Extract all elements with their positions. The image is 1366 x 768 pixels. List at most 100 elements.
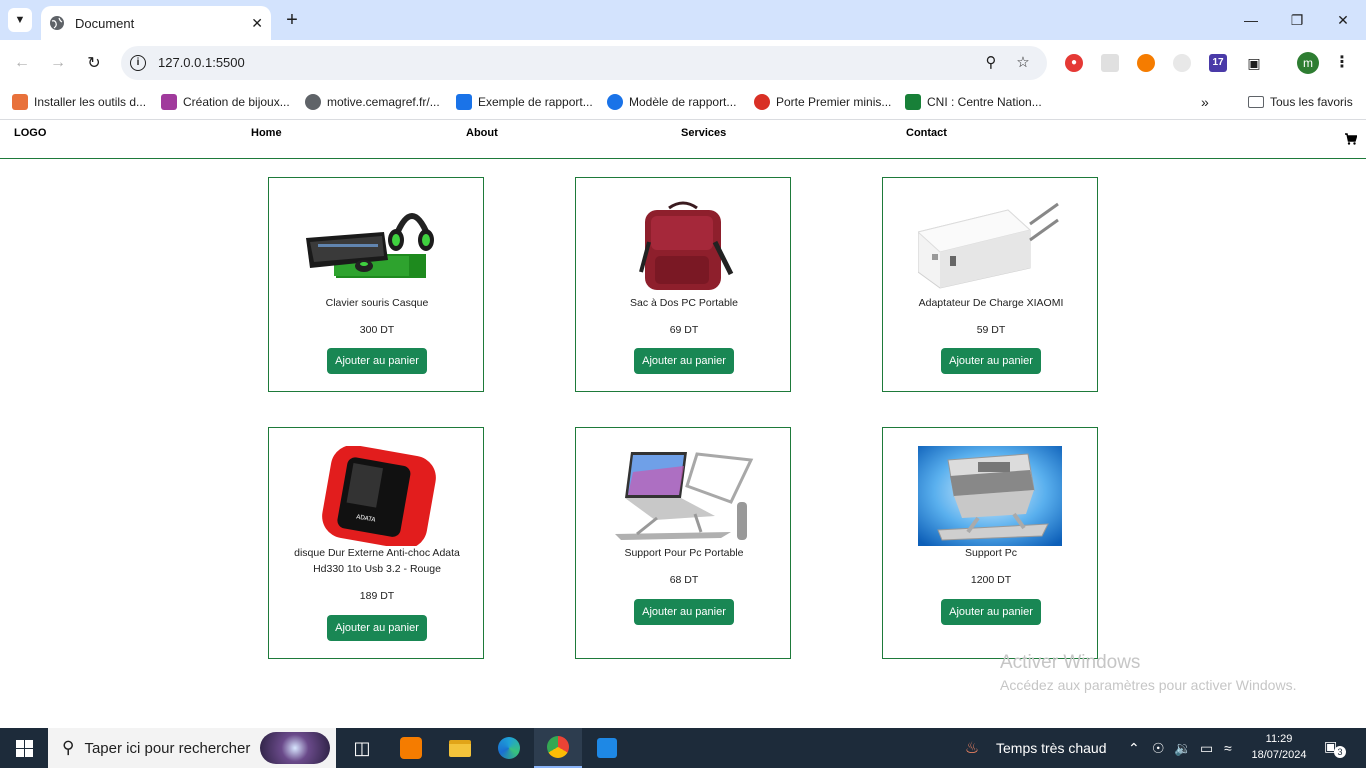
product-image-pc-support bbox=[918, 446, 1062, 546]
product-image-laptop-stand bbox=[615, 452, 754, 540]
reload-button[interactable]: ↻ bbox=[82, 51, 106, 75]
clock-date: 18/07/2024 bbox=[1251, 749, 1307, 761]
bookmark-label: CNI : Centre Nation... bbox=[927, 95, 1042, 109]
add-to-cart-button[interactable]: Ajouter au panier bbox=[941, 599, 1041, 625]
add-to-cart-button[interactable]: Ajouter au panier bbox=[634, 599, 734, 625]
chevron-down-icon: ▼ bbox=[14, 14, 26, 26]
activate-windows-title: Activer Windows bbox=[1000, 652, 1141, 673]
xampp-app-icon[interactable] bbox=[387, 728, 435, 768]
browser-titlebar: ▼ Document ✕ + — ❐ ✕ bbox=[0, 0, 1366, 40]
product-card: Support Pc 1200 DT Ajouter au panier bbox=[882, 427, 1098, 659]
more-menu-icon[interactable]: ⋮ bbox=[1334, 52, 1350, 72]
back-button[interactable]: ← bbox=[10, 51, 34, 75]
bookmark-favicon bbox=[905, 94, 921, 110]
bookmark-favicon bbox=[161, 94, 177, 110]
product-image-external-drive: ADATA bbox=[322, 446, 436, 546]
product-price: 300 DT bbox=[359, 324, 395, 336]
bookmark-item[interactable]: Création de bijoux... bbox=[161, 93, 290, 111]
product-card: Sac à Dos PC Portable 69 DT Ajouter au p… bbox=[575, 177, 791, 392]
notifications-icon[interactable]: ▣ 3 bbox=[1324, 738, 1346, 758]
search-placeholder: Taper ici pour rechercher bbox=[84, 739, 251, 757]
add-to-cart-button[interactable]: Ajouter au panier bbox=[941, 348, 1041, 374]
product-price: 68 DT bbox=[669, 574, 699, 586]
extension-icon-orange[interactable] bbox=[1137, 54, 1155, 72]
edge-browser-icon[interactable] bbox=[485, 728, 533, 768]
taskbar-clock[interactable]: 11:29 18/07/2024 bbox=[1249, 731, 1309, 763]
start-button[interactable] bbox=[0, 728, 48, 768]
vscode-icon[interactable] bbox=[583, 728, 631, 768]
volume-icon[interactable]: 🔉 bbox=[1174, 740, 1191, 757]
bookmarks-bar: Installer les outils d... Création de bi… bbox=[0, 86, 1366, 120]
chrome-browser-icon[interactable] bbox=[534, 728, 582, 768]
add-to-cart-button[interactable]: Ajouter au panier bbox=[327, 615, 427, 641]
bookmark-item[interactable]: Exemple de rapport... bbox=[456, 93, 593, 111]
weather-icon[interactable]: ♨ bbox=[957, 728, 987, 768]
product-card: Adaptateur De Charge XIAOMI 59 DT Ajoute… bbox=[882, 177, 1098, 392]
notification-count: 3 bbox=[1334, 746, 1346, 758]
product-image-charger bbox=[918, 202, 1059, 289]
product-card: Support Pour Pc Portable 68 DT Ajouter a… bbox=[575, 427, 791, 659]
bookmark-item[interactable]: Modèle de rapport... bbox=[607, 93, 736, 111]
bookmark-favicon bbox=[607, 94, 623, 110]
extension-badge-icon[interactable]: 17 bbox=[1209, 54, 1227, 72]
task-view-icon[interactable]: ◫ bbox=[338, 728, 386, 768]
windows-logo-icon bbox=[15, 739, 33, 757]
site-info-icon[interactable]: i bbox=[130, 55, 146, 71]
forward-button[interactable]: → bbox=[46, 51, 70, 75]
product-price: 59 DT bbox=[976, 324, 1006, 336]
extension-icon[interactable] bbox=[1101, 54, 1119, 72]
bookmark-favicon bbox=[754, 94, 770, 110]
bookmark-label: Porte Premier minis... bbox=[776, 95, 892, 109]
file-explorer-icon[interactable] bbox=[436, 728, 484, 768]
taskbar-search-box[interactable]: ⚲ Taper ici pour rechercher bbox=[48, 728, 336, 768]
weather-text[interactable]: Temps très chaud bbox=[996, 740, 1107, 756]
adblock-extension-icon[interactable]: ● bbox=[1065, 54, 1083, 72]
battery-icon[interactable]: ▭ bbox=[1200, 740, 1213, 757]
bookmark-label: Exemple de rapport... bbox=[478, 95, 593, 109]
bookmark-item[interactable]: motive.cemagref.fr/... bbox=[305, 93, 440, 111]
tab-search-button[interactable]: ▼ bbox=[8, 8, 32, 32]
product-card: Clavier souris Casque 300 DT Ajouter au … bbox=[268, 177, 484, 392]
bookmark-star-icon[interactable]: ☆ bbox=[1013, 53, 1033, 73]
puzzle-icon[interactable]: ▣ bbox=[1245, 54, 1263, 72]
network-icon[interactable]: ☉ bbox=[1152, 740, 1165, 757]
new-tab-button[interactable]: + bbox=[281, 9, 303, 31]
nav-services[interactable]: Services bbox=[681, 127, 726, 139]
address-bar[interactable]: i 127.0.0.1:5500 ⚲ ☆ bbox=[121, 46, 1047, 80]
minimize-button[interactable]: — bbox=[1228, 0, 1274, 40]
windows-taskbar: ⚲ Taper ici pour rechercher ◫ ♨ Temps tr… bbox=[0, 728, 1366, 768]
extension-badge: 17 bbox=[1212, 57, 1224, 68]
add-to-cart-button[interactable]: Ajouter au panier bbox=[327, 348, 427, 374]
activate-windows-text: Accédez aux paramètres pour activer Wind… bbox=[1000, 677, 1297, 693]
browser-tab[interactable]: Document ✕ bbox=[41, 6, 271, 40]
close-tab-icon[interactable]: ✕ bbox=[251, 15, 263, 32]
bookmark-label: motive.cemagref.fr/... bbox=[327, 95, 440, 109]
close-window-button[interactable]: ✕ bbox=[1320, 0, 1366, 40]
show-hidden-icons[interactable]: ⌃ bbox=[1128, 740, 1140, 757]
bookmark-label: Création de bijoux... bbox=[183, 95, 290, 109]
search-highlight-image bbox=[260, 732, 330, 764]
extension-icon-gray[interactable] bbox=[1173, 54, 1191, 72]
site-logo[interactable]: LOGO bbox=[14, 127, 46, 139]
bookmark-item[interactable]: CNI : Centre Nation... bbox=[905, 93, 1042, 111]
all-bookmarks-label: Tous les favoris bbox=[1270, 95, 1353, 109]
all-bookmarks-button[interactable]: Tous les favoris bbox=[1248, 93, 1353, 111]
nav-about[interactable]: About bbox=[466, 127, 498, 139]
product-name: Adaptateur De Charge XIAOMI bbox=[918, 297, 1064, 309]
cart-icon[interactable] bbox=[1345, 133, 1358, 148]
nav-home[interactable]: Home bbox=[251, 127, 282, 139]
url-text: 127.0.0.1:5500 bbox=[158, 55, 245, 70]
bookmark-label: Installer les outils d... bbox=[34, 95, 147, 109]
add-to-cart-button[interactable]: Ajouter au panier bbox=[634, 348, 734, 374]
product-name: Clavier souris Casque bbox=[325, 297, 429, 309]
nav-contact[interactable]: Contact bbox=[906, 127, 947, 139]
more-bookmarks-button[interactable]: » bbox=[1201, 93, 1209, 111]
bookmark-item[interactable]: Installer les outils d... bbox=[12, 93, 146, 111]
product-image-keyboard bbox=[306, 213, 434, 278]
bookmark-item[interactable]: Porte Premier minis... bbox=[754, 93, 891, 111]
profile-avatar[interactable]: m bbox=[1297, 52, 1319, 74]
restore-button[interactable]: ❐ bbox=[1274, 0, 1320, 40]
zoom-icon[interactable]: ⚲ bbox=[981, 53, 1001, 73]
wifi-icon[interactable]: ≈ bbox=[1224, 740, 1232, 756]
product-card: ADATA disque Dur Externe Anti-choc Adata… bbox=[268, 427, 484, 659]
